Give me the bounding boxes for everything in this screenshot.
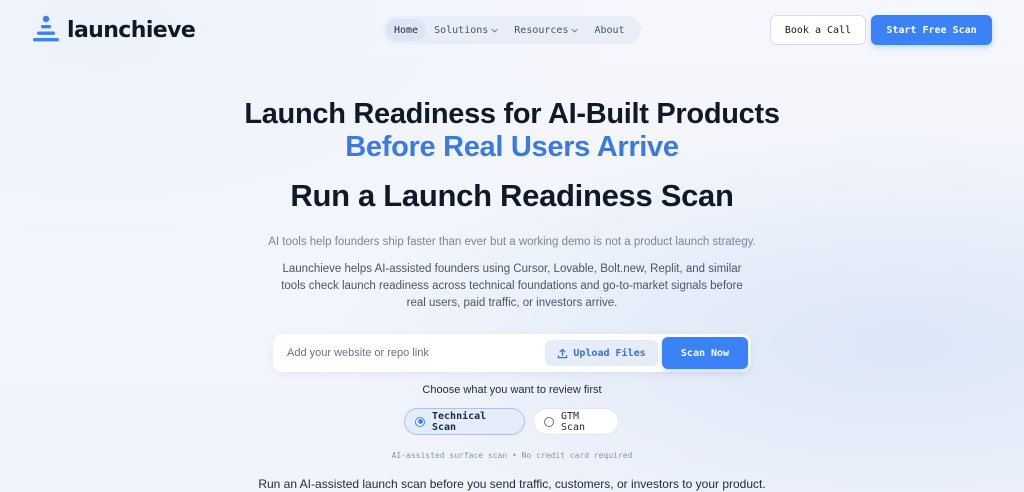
radio-selected-icon [415,416,425,427]
chevron-down-icon [572,28,578,32]
hero-subtitle: Run a Launch Readiness Scan [290,178,734,213]
hero-title-highlight: Before Real Users Arrive [345,131,679,163]
site-header: launchieve Home Solutions Resources Abou… [0,0,1024,62]
hero-description: Launchieve helps AI-assisted founders us… [281,263,743,309]
nav-solutions-label: Solutions [434,24,489,36]
nav-about-label: About [594,24,625,36]
start-free-scan-button[interactable]: Start Free Scan [871,15,992,45]
upload-files-button[interactable]: Upload Files [545,340,658,366]
book-call-button[interactable]: Book a Call [770,15,866,45]
upload-files-label: Upload Files [573,347,646,359]
scan-note: AI-assisted surface scan • No credit car… [391,451,633,460]
nav-home-label: Home [394,24,419,36]
logo[interactable]: launchieve [32,13,196,47]
nav-solutions[interactable]: Solutions [426,19,506,41]
main-nav: Home Solutions Resources About [383,16,641,44]
technical-scan-label: Technical Scan [432,410,487,433]
radio-unselected-icon [544,416,554,427]
scan-form: Upload Files Scan Now [273,334,751,372]
scan-type-prompt: Choose what you want to review first [422,384,602,396]
logo-text: launchieve [67,17,196,43]
nav-home[interactable]: Home [386,19,427,41]
scan-now-button[interactable]: Scan Now [662,337,748,369]
upload-icon [558,348,568,358]
logo-stack-icon [33,15,59,42]
nav-resources[interactable]: Resources [506,19,586,41]
hero-intro: AI tools help founders ship faster than … [268,236,756,248]
hero-title: Launch Readiness for AI-Built Products [244,98,780,130]
gtm-scan-label: GTM Scan [561,410,586,433]
chevron-down-icon [491,28,498,32]
website-input[interactable] [287,340,537,366]
nav-about[interactable]: About [586,19,632,41]
gtm-scan-option[interactable]: GTM Scan [533,408,619,435]
technical-scan-option[interactable]: Technical Scan [404,408,525,435]
bottom-tagline: Run an AI-assisted launch scan before yo… [258,477,766,491]
nav-resources-label: Resources [514,24,569,36]
